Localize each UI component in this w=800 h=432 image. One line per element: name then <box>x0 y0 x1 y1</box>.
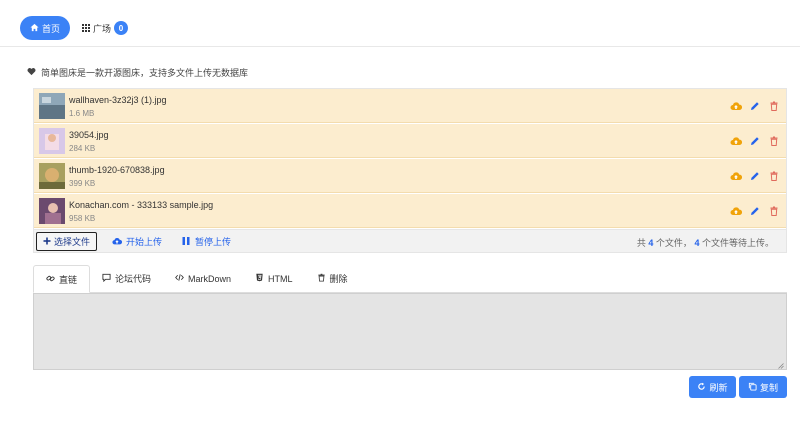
status-prefix: 共 <box>636 238 646 248</box>
copy-label: 复制 <box>759 382 778 393</box>
start-upload-button[interactable]: 开始上传 <box>112 232 162 251</box>
delete-trash-icon[interactable] <box>768 135 780 147</box>
comment-icon <box>102 273 111 284</box>
tab-label: 直链 <box>59 274 78 285</box>
nav-square-link[interactable]: 广场 0 <box>82 20 129 36</box>
choose-file-label: 选择文件 <box>54 237 91 247</box>
upload-cloud-icon[interactable] <box>730 170 742 182</box>
file-row: Konachan.com - 333133 sample.jpg 958 KB <box>34 194 786 228</box>
upload-cloud-icon[interactable] <box>730 205 742 217</box>
file-name: Konachan.com - 333133 sample.jpg <box>69 200 214 210</box>
delete-trash-icon[interactable] <box>768 170 780 182</box>
upload-cloud-icon[interactable] <box>730 100 742 112</box>
file-size: 284 KB <box>69 144 96 153</box>
refresh-icon <box>697 382 706 393</box>
waiting-file-count: 4 <box>694 238 700 248</box>
resize-handle-icon[interactable] <box>778 361 784 369</box>
edit-pencil-icon[interactable] <box>749 100 761 112</box>
trash-icon <box>317 273 326 284</box>
pause-icon <box>181 236 191 248</box>
upload-panel: wallhaven-3z32j3 (1).jpg 1.6 MB 39054.jp… <box>33 88 787 253</box>
upload-status: 共 4 个文件， 4 个文件等待上传。 <box>637 236 774 249</box>
code-icon <box>175 273 184 284</box>
cloud-upload-icon <box>112 236 123 248</box>
file-thumbnail <box>39 198 65 224</box>
file-row: wallhaven-3z32j3 (1).jpg 1.6 MB <box>34 89 786 123</box>
tab-label: HTML <box>268 273 293 284</box>
delete-trash-icon[interactable] <box>768 205 780 217</box>
file-size: 1.6 MB <box>69 109 95 118</box>
refresh-button[interactable]: 刷新 <box>689 376 736 398</box>
tab-label: 删除 <box>329 274 348 284</box>
total-file-count: 4 <box>648 238 654 248</box>
file-name: 39054.jpg <box>69 130 109 140</box>
square-count-badge: 0 <box>114 21 129 35</box>
upload-toolbar: 选择文件 开始上传 暂停上传 共 4 个文件， 4 个文件等待上传。 <box>34 229 786 252</box>
link-format-tabs: 直链 论坛代码 MarkDown HTML 删除 <box>33 265 787 293</box>
tab-delete[interactable]: 删除 <box>305 265 360 292</box>
copy-icon <box>748 382 757 393</box>
file-thumbnail <box>39 163 65 189</box>
link-icon <box>46 274 55 285</box>
tab-markdown[interactable]: MarkDown <box>163 265 243 292</box>
home-icon <box>30 23 39 34</box>
copy-button[interactable]: 复制 <box>739 376 787 398</box>
nav-home-button[interactable]: 首页 <box>20 16 70 40</box>
pause-upload-button[interactable]: 暂停上传 <box>181 232 231 251</box>
top-nav: 首页 广场 0 <box>0 0 800 47</box>
file-name: thumb-1920-670838.jpg <box>69 165 165 175</box>
tab-label: 论坛代码 <box>115 274 152 284</box>
choose-file-button[interactable]: 选择文件 <box>36 232 98 251</box>
edit-pencil-icon[interactable] <box>749 205 761 217</box>
file-thumbnail <box>39 93 65 119</box>
status-middle: 个文件， <box>655 238 692 248</box>
heart-icon <box>27 67 36 78</box>
edit-pencil-icon[interactable] <box>749 170 761 182</box>
status-suffix: 个文件等待上传。 <box>701 238 774 248</box>
file-row: 39054.jpg 284 KB <box>34 124 786 158</box>
file-name: wallhaven-3z32j3 (1).jpg <box>69 95 167 105</box>
tab-html[interactable]: HTML <box>243 265 305 292</box>
delete-trash-icon[interactable] <box>768 100 780 112</box>
file-row: thumb-1920-670838.jpg 399 KB <box>34 159 786 193</box>
grid-icon <box>82 24 90 32</box>
pause-upload-label: 暂停上传 <box>195 237 232 247</box>
file-thumbnail <box>39 128 65 154</box>
tab-direct-link[interactable]: 直链 <box>33 265 91 293</box>
link-output-textarea[interactable] <box>33 293 787 370</box>
plus-icon <box>43 237 51 247</box>
nav-square-label: 广场 <box>93 23 112 34</box>
intro-text: 简单图床是一款开源图床，支持多文件上传无数据库 <box>41 68 249 78</box>
edit-pencil-icon[interactable] <box>749 135 761 147</box>
refresh-label: 刷新 <box>709 382 728 393</box>
intro-line: 简单图床是一款开源图床，支持多文件上传无数据库 <box>27 66 248 79</box>
tab-label: MarkDown <box>188 273 232 284</box>
start-upload-label: 开始上传 <box>126 237 163 247</box>
upload-cloud-icon[interactable] <box>730 135 742 147</box>
nav-home-label: 首页 <box>41 23 60 34</box>
file-size: 958 KB <box>69 214 96 223</box>
file-size: 399 KB <box>69 179 96 188</box>
tab-forum-code[interactable]: 论坛代码 <box>90 265 163 292</box>
html5-icon <box>255 273 264 284</box>
